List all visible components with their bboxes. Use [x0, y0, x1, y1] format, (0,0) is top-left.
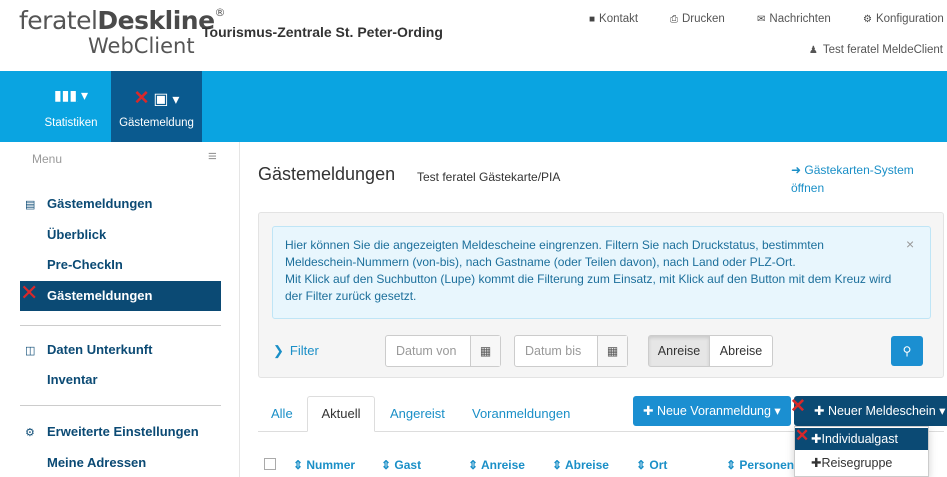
info-alert: Hier können Sie die angezeigten Meldesch…: [272, 226, 931, 319]
dropdown-item-travel-group[interactable]: ✚Reisegruppe: [795, 452, 928, 474]
sidebar-group-guest-registrations[interactable]: Gästemeldungen: [47, 196, 152, 211]
close-icon[interactable]: ×: [906, 236, 914, 252]
filter-toggle[interactable]: ❯ Filter: [273, 343, 319, 359]
nav-guest-registration[interactable]: ✕ ▣ ▾ Gästemeldung: [111, 71, 202, 142]
red-x-marker-icon: ✕: [20, 280, 39, 305]
cogs-icon: ⚙: [25, 427, 35, 439]
search-icon: ⚲: [902, 344, 912, 358]
organization-title: Tourismus-Zentrale St. Peter-Ording: [202, 24, 443, 40]
logo: feratelDeskline®: [19, 6, 226, 35]
search-button[interactable]: ⚲: [891, 336, 923, 366]
contact-icon: ■: [589, 14, 596, 25]
gear-icon: ⚙: [863, 14, 872, 25]
print-icon: ⎙: [670, 14, 678, 25]
sidebar-divider: [20, 405, 221, 406]
tab-pre-registrations[interactable]: Voranmeldungen: [472, 406, 570, 421]
col-place[interactable]: ⇕ Ort: [636, 458, 667, 472]
sort-icon: ⇕: [552, 458, 565, 472]
red-x-marker-icon: ✕: [790, 396, 806, 417]
document-copy-icon: ▣: [153, 91, 169, 108]
messages-link[interactable]: ✉ Nachrichten: [757, 13, 831, 25]
tab-arrived[interactable]: Angereist: [390, 406, 445, 421]
date-to-field[interactable]: Datum bis ▦: [514, 335, 628, 367]
col-departure[interactable]: ⇕ Abreise: [552, 458, 609, 472]
sidebar-item-inventory[interactable]: Inventar: [47, 372, 98, 387]
sort-icon: ⇕: [636, 458, 650, 472]
tab-all[interactable]: Alle: [271, 406, 293, 421]
sidebar-item-guest-registrations[interactable]: Gästemeldungen: [20, 281, 221, 311]
sidebar-group-accommodation-data[interactable]: Daten Unterkunft: [47, 342, 152, 357]
bar-chart-icon: ▮▮▮ ▾: [53, 87, 89, 103]
sidebar-item-my-addresses[interactable]: Meine Adressen: [47, 455, 146, 470]
nav-statistics[interactable]: ▮▮▮ ▾ Statistiken: [40, 71, 102, 142]
sidebar-menu-label: Menu: [32, 152, 63, 166]
tab-current[interactable]: Aktuell: [307, 396, 375, 432]
sort-icon: ⇕: [381, 458, 395, 472]
toggle-arrival[interactable]: Anreise: [648, 335, 710, 367]
user-icon: ♟: [808, 45, 818, 56]
configuration-link[interactable]: ⚙ Konfiguration: [863, 13, 944, 25]
list-icon: ▤: [25, 199, 36, 211]
plus-icon: ✚: [811, 456, 822, 470]
col-number[interactable]: ⇕ Nummer: [293, 458, 355, 472]
new-registration-form-button[interactable]: ✚ Neuer Meldeschein ▾: [794, 396, 947, 426]
red-x-marker-icon: ✕: [133, 88, 150, 109]
page-title: Gästemeldungen: [258, 164, 396, 184]
columns-icon: ◫: [25, 345, 36, 357]
caret-down-icon: ▾: [774, 404, 781, 418]
caret-down-icon: ▾: [939, 404, 946, 418]
plus-icon: ✚: [643, 404, 657, 418]
print-link[interactable]: ⎙ Drucken: [670, 13, 725, 25]
page-subtitle: Test feratel Gästekarte/PIA: [417, 170, 561, 184]
dropdown-item-individual-guest[interactable]: ✚Individualgast: [795, 428, 928, 450]
select-all-checkbox[interactable]: [264, 458, 276, 470]
sidebar-divider: [20, 325, 221, 326]
red-x-marker-icon: ✕: [795, 426, 810, 445]
guest-card-system-link[interactable]: ➜ Gästekarten-System öffnen: [791, 161, 931, 197]
col-arrival[interactable]: ⇕ Anreise: [468, 458, 525, 472]
plus-icon: ✚: [814, 404, 828, 418]
col-persons[interactable]: ⇕ Personen: [726, 458, 794, 472]
new-pre-registration-button[interactable]: ✚ Neue Voranmeldung ▾: [633, 396, 791, 426]
sidebar-group-advanced-settings[interactable]: Erweiterte Einstellungen: [47, 424, 199, 439]
plus-icon: ✚: [811, 432, 822, 446]
hamburger-icon[interactable]: ≡: [208, 148, 217, 165]
user-menu[interactable]: ♟ Test feratel MeldeClient: [809, 44, 943, 56]
sort-icon: ⇕: [293, 458, 307, 472]
sidebar-item-pre-checkin[interactable]: Pre-CheckIn: [47, 257, 123, 272]
calendar-icon[interactable]: ▦: [597, 336, 627, 366]
sort-icon: ⇕: [468, 458, 481, 472]
col-guest[interactable]: ⇕ Gast: [381, 458, 421, 472]
sort-icon: ⇕: [726, 458, 740, 472]
chevron-right-icon: ❯: [273, 343, 284, 358]
mail-icon: ✉: [757, 14, 766, 25]
arrow-right-icon: ➜: [791, 163, 805, 177]
logo-subtitle: WebClient: [88, 34, 195, 58]
sidebar-item-overview[interactable]: Überblick: [47, 227, 106, 242]
date-from-field[interactable]: Datum von ▦: [385, 335, 501, 367]
calendar-icon[interactable]: ▦: [470, 336, 500, 366]
contact-link[interactable]: ■ Kontakt: [589, 13, 638, 25]
toggle-departure[interactable]: Abreise: [709, 335, 773, 367]
